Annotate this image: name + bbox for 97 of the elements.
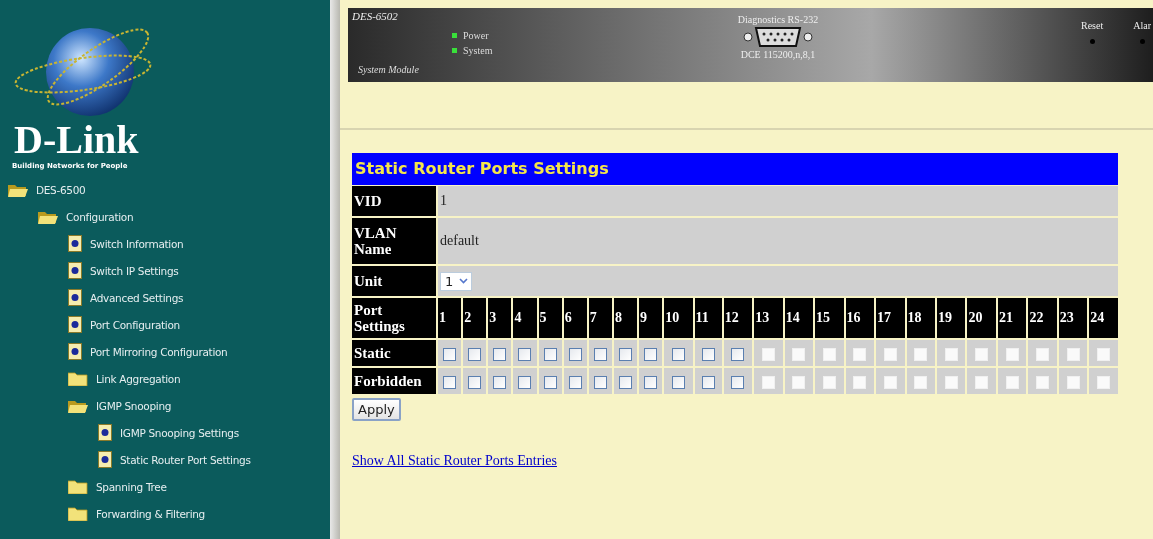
- port-number: 3: [488, 298, 512, 338]
- folder-icon[interactable]: [68, 371, 88, 386]
- serial-port-icon: [742, 26, 814, 48]
- checkbox[interactable]: [443, 375, 457, 389]
- checkbox[interactable]: [468, 347, 482, 361]
- hardware-button-label: Alar: [1133, 20, 1151, 31]
- checkbox[interactable]: [568, 375, 582, 389]
- port-number: 17: [876, 298, 905, 338]
- checkbox[interactable]: [731, 375, 745, 389]
- port-number: 12: [723, 298, 753, 338]
- checkbox[interactable]: [644, 375, 658, 389]
- form-title: Static Router Ports Settings: [352, 153, 1118, 185]
- port-number: 7: [588, 298, 612, 338]
- checkbox[interactable]: [618, 347, 632, 361]
- checkbox[interactable]: [644, 347, 658, 361]
- port-number: 10: [664, 298, 693, 338]
- tree-item[interactable]: Static Router Port Settings: [120, 453, 251, 466]
- checkbox[interactable]: [518, 347, 532, 361]
- module-label: System Module: [358, 64, 419, 75]
- checkbox[interactable]: [568, 347, 582, 361]
- tree-item[interactable]: Advanced Settings: [90, 291, 184, 304]
- checkbox[interactable]: [671, 347, 685, 361]
- port-number: 18: [906, 298, 935, 338]
- port-number: 19: [937, 298, 966, 338]
- row-header: VID: [352, 186, 436, 216]
- tree-item[interactable]: Forwarding & Filtering: [96, 507, 205, 520]
- page-icon[interactable]: [68, 316, 82, 333]
- tree-item[interactable]: Link Aggregation: [96, 372, 181, 385]
- checkbox[interactable]: [443, 347, 457, 361]
- table-cell: default: [438, 218, 1118, 264]
- port-number: 1: [438, 298, 462, 338]
- row-header: Unit: [352, 266, 436, 296]
- port-number: 11: [694, 298, 722, 338]
- page-icon[interactable]: [68, 343, 82, 360]
- port-number: 8: [613, 298, 637, 338]
- port-number: 22: [1028, 298, 1057, 338]
- port-number: 20: [967, 298, 996, 338]
- device-model: DES-6502: [352, 10, 398, 22]
- tree-item[interactable]: Port Configuration: [90, 318, 180, 331]
- open-folder-icon[interactable]: [8, 182, 28, 197]
- port-settings-text: DCE 115200,n,8,1: [740, 49, 816, 60]
- page-icon[interactable]: [98, 424, 112, 441]
- tree-item[interactable]: IGMP Snooping Settings: [120, 426, 239, 439]
- folder-icon[interactable]: [68, 506, 88, 521]
- checkbox[interactable]: [593, 375, 607, 389]
- tree-item[interactable]: Switch Information: [90, 237, 184, 250]
- tree-item[interactable]: Port Mirroring Configuration: [90, 345, 228, 358]
- port-title: Diagnostics RS-232: [737, 14, 819, 25]
- port-number: 2: [463, 298, 487, 338]
- checkbox[interactable]: [701, 375, 715, 389]
- brand-logo-text: D-Link: [14, 120, 139, 160]
- open-folder-icon[interactable]: [38, 209, 58, 224]
- row-header: VLAN Name: [352, 218, 436, 264]
- row-header: Static: [352, 340, 436, 366]
- checkbox[interactable]: [468, 375, 482, 389]
- hardware-button-label: Reset: [1081, 20, 1104, 31]
- checkbox[interactable]: [543, 347, 557, 361]
- checkbox[interactable]: [701, 347, 715, 361]
- open-folder-icon[interactable]: [68, 398, 88, 413]
- tree-item[interactable]: DES-6500: [36, 183, 86, 196]
- page-icon[interactable]: [98, 451, 112, 468]
- port-number: 16: [845, 298, 875, 338]
- port-number: 5: [538, 298, 562, 338]
- tree-item[interactable]: IGMP Snooping: [96, 399, 172, 412]
- tree-item[interactable]: Spanning Tree: [96, 480, 167, 493]
- led-label: System: [463, 45, 493, 56]
- checkbox[interactable]: [493, 347, 507, 361]
- checkbox[interactable]: [543, 375, 557, 389]
- page-icon[interactable]: [68, 262, 82, 279]
- port-number: 24: [1089, 298, 1118, 338]
- folder-icon[interactable]: [68, 479, 88, 494]
- row-header: Forbidden: [352, 368, 436, 394]
- port-number: 4: [513, 298, 537, 338]
- row-header: Port Settings: [352, 298, 436, 338]
- port-number: 14: [784, 298, 814, 338]
- port-number: 15: [815, 298, 844, 338]
- table-cell: 1: [438, 186, 1118, 216]
- port-number: 23: [1058, 298, 1088, 338]
- checkbox[interactable]: [518, 375, 532, 389]
- tree-item[interactable]: Configuration: [66, 210, 134, 223]
- page-icon[interactable]: [68, 235, 82, 252]
- checkbox[interactable]: [731, 347, 745, 361]
- page-icon[interactable]: [68, 289, 82, 306]
- checkbox[interactable]: [671, 375, 685, 389]
- unit-dropdown[interactable]: 1: [440, 271, 473, 291]
- show-entries-link[interactable]: Show All Static Router Ports Entries: [352, 453, 557, 469]
- checkbox[interactable]: [593, 347, 607, 361]
- port-number: 21: [997, 298, 1027, 338]
- port-number: 13: [754, 298, 783, 338]
- port-number: 6: [563, 298, 587, 338]
- port-number: 9: [639, 298, 663, 338]
- tree-item[interactable]: Switch IP Settings: [90, 264, 179, 277]
- checkbox[interactable]: [618, 375, 632, 389]
- checkbox[interactable]: [493, 375, 507, 389]
- led-label: Power: [463, 30, 489, 41]
- apply-button[interactable]: Apply: [352, 398, 401, 421]
- caret-icon: [459, 278, 469, 284]
